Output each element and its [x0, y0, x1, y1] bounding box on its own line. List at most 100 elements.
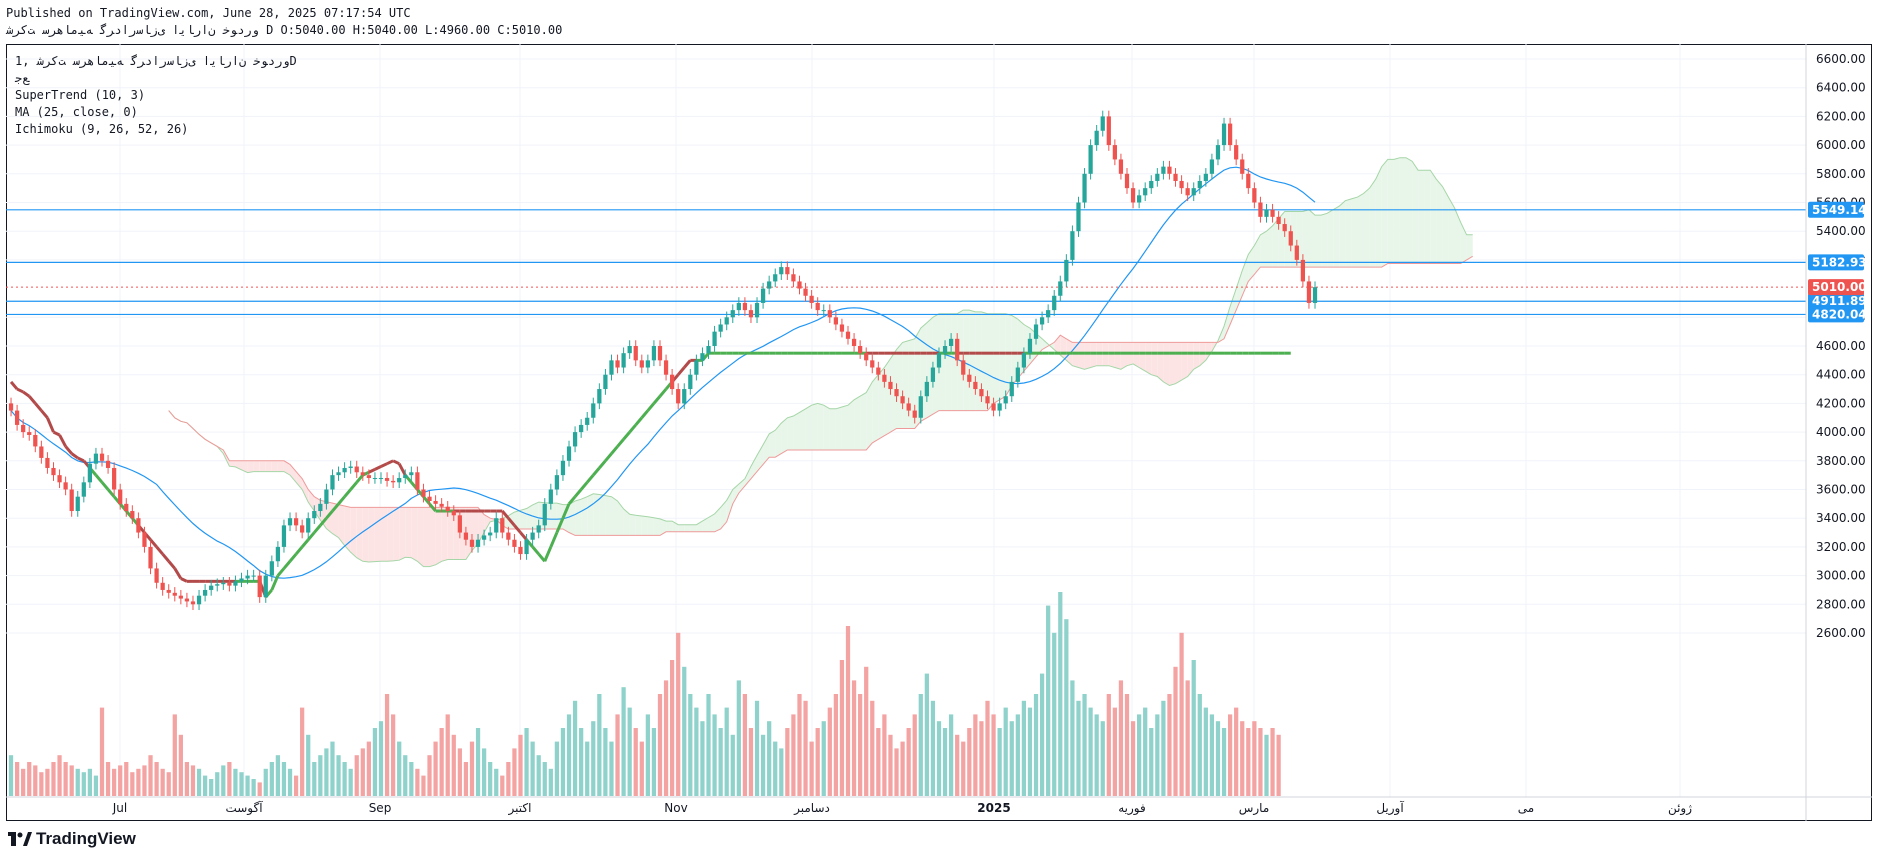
volume-bar [851, 680, 857, 796]
cloud-segment [1363, 188, 1370, 268]
volume-bar [306, 734, 311, 796]
candle-body [815, 302, 820, 311]
price-axis[interactable]: 6600.006400.006200.006000.005800.005600.… [1816, 52, 1866, 640]
volume-bar [488, 762, 493, 796]
volume-bar [657, 694, 663, 796]
volume-bar [530, 741, 535, 796]
volume-bar [172, 714, 177, 796]
volume-bar [1234, 707, 1239, 796]
volume-bar [481, 748, 487, 796]
candle-body [694, 360, 699, 375]
volume-bar [451, 734, 456, 796]
candle-body [585, 417, 590, 425]
supertrend-segment [598, 459, 607, 469]
candle-body [803, 288, 808, 296]
candle-body [724, 317, 729, 325]
legend-ma[interactable]: MA (25, close, 0) [15, 104, 297, 121]
candle-body [1300, 259, 1306, 282]
volume-bar [706, 694, 711, 796]
candle-body [603, 374, 608, 390]
price-label: 5549.14 [1812, 203, 1867, 217]
candle-body [566, 446, 572, 461]
candle-body [512, 539, 517, 547]
volume-bar [730, 734, 735, 796]
volume-bar [1276, 734, 1281, 796]
cloud-segment [1357, 193, 1364, 268]
cloud-segment [417, 507, 424, 567]
volume-bar [1185, 680, 1190, 796]
volume-bar [1143, 707, 1148, 796]
supertrend-segment [610, 445, 619, 455]
y-tick-label: 6400.00 [1816, 81, 1866, 95]
time-axis[interactable]: Jul آگوست Sep اکتبر Nov دسامبر 2025 فوریه مارس آو… [112, 800, 1692, 816]
candle-body [936, 353, 942, 368]
candle-body [1027, 338, 1033, 354]
candle-body [1082, 173, 1087, 203]
volume-bar [639, 741, 644, 796]
candle-body [833, 317, 839, 325]
candle-body [633, 346, 638, 361]
volume-bar [1003, 707, 1008, 796]
candle-body [130, 511, 135, 519]
candle-body [1306, 281, 1312, 303]
volume-bar [979, 721, 984, 796]
cloud-segment [1090, 342, 1097, 368]
supertrend-segment [288, 553, 298, 563]
candle-body [366, 475, 371, 479]
supertrend-segment [658, 388, 668, 398]
legend-supertrend[interactable]: SuperTrend (10, 3) [15, 87, 297, 104]
cloud-segment [653, 517, 660, 536]
volume-bar [1100, 721, 1105, 796]
volume-bar [45, 768, 50, 796]
candle-body [906, 403, 911, 411]
candle-body [1033, 324, 1039, 339]
cloud-segment [647, 516, 654, 536]
cloud-segment [999, 313, 1006, 400]
candle-body [609, 360, 614, 375]
y-tick-label: 4200.00 [1816, 396, 1866, 410]
volume-bar [870, 700, 875, 796]
volume-bar [1240, 721, 1245, 796]
candle-body [14, 410, 20, 425]
supertrend-segment [94, 474, 104, 484]
candle-body [463, 532, 469, 540]
volume-bar [882, 714, 887, 796]
candle-body [961, 360, 966, 375]
tradingview-logo[interactable]: TradingView [8, 829, 136, 849]
legend-ichimoku[interactable]: Ichimoku (9, 26, 52, 26) [15, 121, 297, 138]
candle-body [1009, 381, 1014, 397]
volume-bar [130, 772, 135, 796]
candle-body [184, 598, 190, 602]
candle-body [1282, 224, 1287, 232]
volume-bar [293, 775, 299, 796]
candle-body [1143, 188, 1148, 196]
cloud-segment [799, 408, 806, 451]
candle-body [300, 525, 305, 533]
candle-body [530, 532, 535, 540]
volume-bar [1203, 707, 1208, 796]
volume-bar [209, 779, 214, 796]
candle-body [997, 403, 1002, 411]
candle-body [663, 360, 669, 375]
cloud-segment [581, 496, 588, 536]
candle-body [190, 601, 196, 605]
volume-bar [269, 762, 274, 796]
cloud-segment [1375, 166, 1382, 268]
candle-body [1100, 116, 1105, 131]
candle-body [591, 403, 596, 418]
x-tick-label: ژوئن [1668, 801, 1692, 816]
candle-body [287, 518, 293, 526]
supertrend-segment [22, 390, 31, 398]
candle-body [1264, 209, 1269, 217]
cloud-segment [362, 507, 369, 562]
volume-bar [560, 728, 566, 796]
cloud-segment [1393, 157, 1400, 264]
volume-bar [202, 775, 208, 796]
supertrend-segment [28, 395, 37, 405]
volume-bar [433, 741, 438, 796]
horizontal-lines[interactable] [6, 209, 1806, 316]
volume-bar [403, 755, 408, 796]
volume-bar [1137, 714, 1142, 796]
volume-bar [912, 714, 917, 796]
cloud-segment [860, 392, 867, 451]
